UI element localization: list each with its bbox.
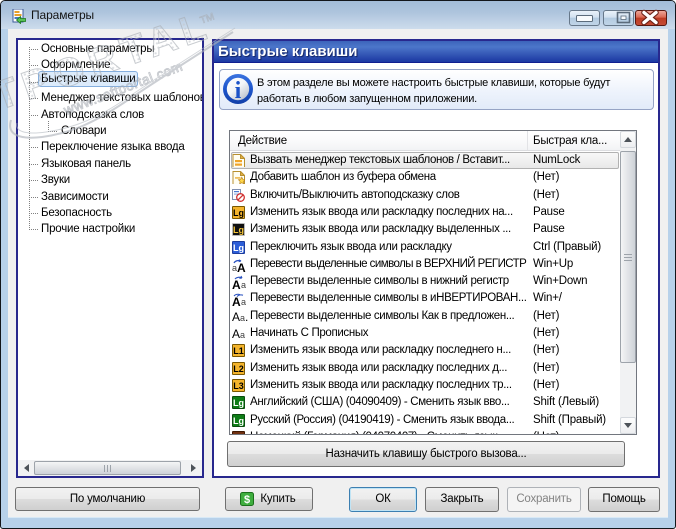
svg-text:а: а — [241, 280, 246, 290]
svg-text:а: а — [241, 297, 246, 307]
svg-text:i: i — [235, 78, 242, 104]
svg-text:$: $ — [244, 494, 250, 506]
svg-text:А: А — [232, 295, 241, 308]
